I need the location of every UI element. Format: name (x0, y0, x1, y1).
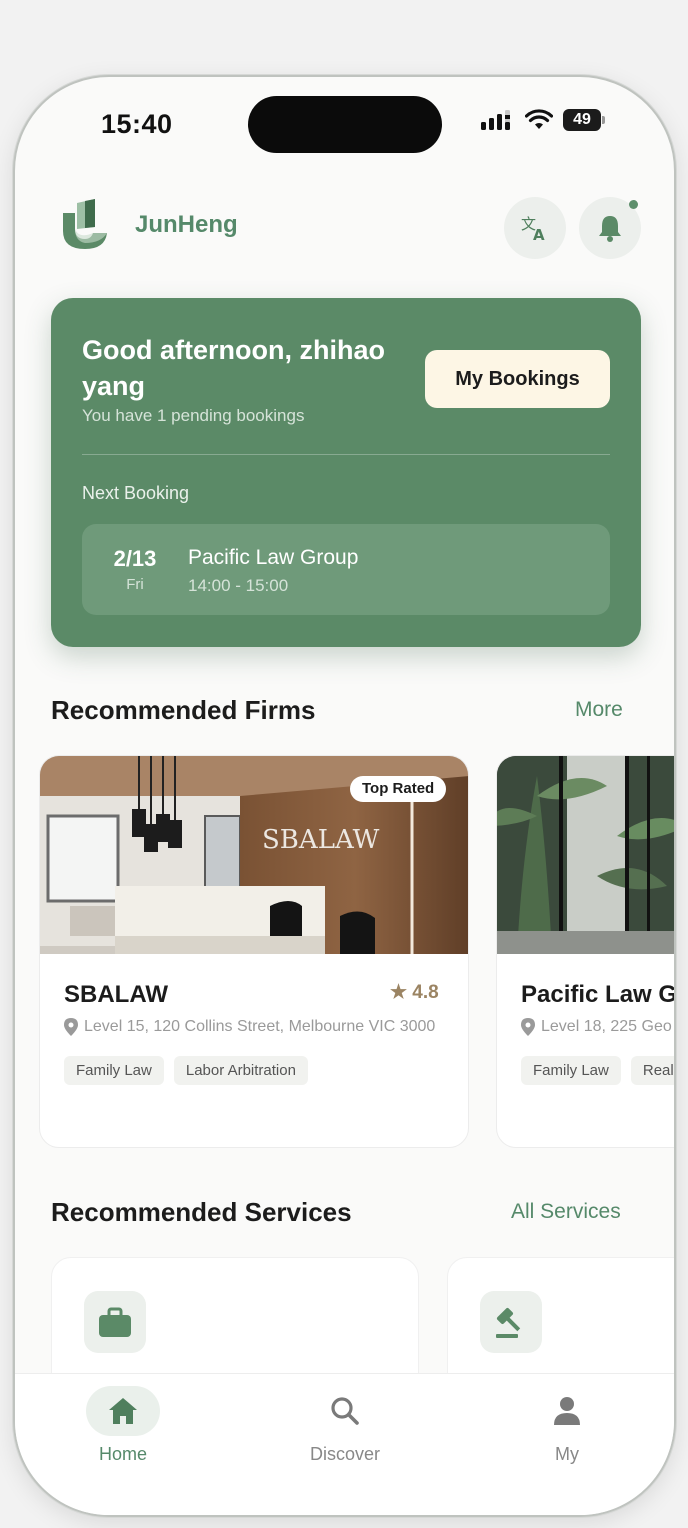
pending-bookings-text: You have 1 pending bookings (82, 406, 305, 425)
firms-section-title: Recommended Firms (51, 695, 316, 725)
tab-my-label: My (555, 1444, 579, 1464)
next-booking-firm: Pacific Law Group (188, 546, 359, 569)
firm-address: Level 18, 225 Geo (521, 1018, 674, 1036)
home-icon (109, 1398, 137, 1424)
location-pin-icon (521, 1018, 535, 1036)
dynamic-island (248, 96, 442, 153)
svg-text:A: A (533, 226, 545, 243)
firm-address: Level 15, 120 Collins Street, Melbourne … (64, 1018, 464, 1036)
firm-photo (497, 756, 674, 954)
tab-discover[interactable]: Discover (275, 1374, 415, 1465)
next-booking-date: 2/13 (113, 546, 157, 571)
wifi-icon (525, 109, 553, 129)
phone-frame: 15:40 49 JunHeng 文 A Good afternoon, zhi… (13, 75, 676, 1517)
search-icon (331, 1397, 359, 1425)
services-section-title: Recommended Services (51, 1197, 352, 1227)
divider (82, 454, 610, 455)
battery-icon: 49 (563, 109, 605, 131)
firm-tag: Family Law (521, 1056, 621, 1085)
briefcase-icon (84, 1291, 146, 1353)
language-button[interactable]: 文 A (504, 197, 566, 259)
firm-rating: ★ 4.8 (390, 982, 439, 1003)
firm-tag: Family Law (64, 1056, 164, 1085)
tab-my[interactable]: My (497, 1374, 637, 1465)
app-logo (63, 199, 107, 249)
more-firms-link[interactable]: More (575, 698, 623, 722)
firm-tags: Family Law Real (521, 1056, 674, 1085)
notification-dot (629, 200, 638, 209)
all-services-link[interactable]: All Services (511, 1200, 621, 1224)
firm-address-text: Level 15, 120 Collins Street, Melbourne … (84, 1018, 436, 1035)
tab-discover-label: Discover (309, 1444, 380, 1464)
firm-tags: Family Law Labor Arbitration (64, 1056, 308, 1085)
next-booking-label: Next Booking (82, 483, 190, 503)
firm-tag: Real (630, 1056, 674, 1085)
firm-card[interactable]: Pacific Law G Level 18, 225 Geo Family L… (496, 755, 676, 1148)
firm-tag: Labor Arbitration (173, 1056, 308, 1085)
greeting-title: Good afternoon, zhihao yang (82, 335, 385, 401)
firm-name: SBALAW (64, 981, 168, 1008)
tab-bar: Home Discover My (15, 1373, 674, 1515)
tab-home-label: Home (98, 1444, 147, 1464)
firm-name: Pacific Law G (521, 981, 676, 1008)
firm-address-text: Level 18, 225 Geo (541, 1018, 672, 1035)
next-booking-day: Fri (126, 576, 144, 593)
firm-photo-sign: SBALAW (262, 825, 380, 855)
translate-icon: 文 A (521, 215, 545, 243)
gavel-icon (480, 1291, 542, 1353)
person-icon (554, 1397, 580, 1425)
firm-card[interactable]: SBALAW Top Rated SBALAW ★ 4.8 Level 15, … (39, 755, 469, 1148)
location-pin-icon (64, 1018, 78, 1036)
top-rated-badge: Top Rated (350, 776, 447, 802)
next-booking-time: 14:00 - 15:00 (188, 576, 289, 595)
brand-name: JunHeng (135, 211, 238, 238)
bell-icon (599, 216, 621, 242)
my-bookings-button[interactable]: My Bookings (425, 350, 610, 408)
tab-home[interactable]: Home (53, 1374, 193, 1465)
greeting-card: Good afternoon, zhihao yang You have 1 p… (51, 298, 641, 647)
status-icons: 49 (481, 109, 605, 131)
status-time: 15:40 (101, 109, 173, 139)
cellular-signal-icon (481, 110, 510, 130)
next-booking-item[interactable]: 2/13 Fri Pacific Law Group 14:00 - 15:00 (82, 524, 610, 615)
battery-level: 49 (563, 109, 601, 131)
